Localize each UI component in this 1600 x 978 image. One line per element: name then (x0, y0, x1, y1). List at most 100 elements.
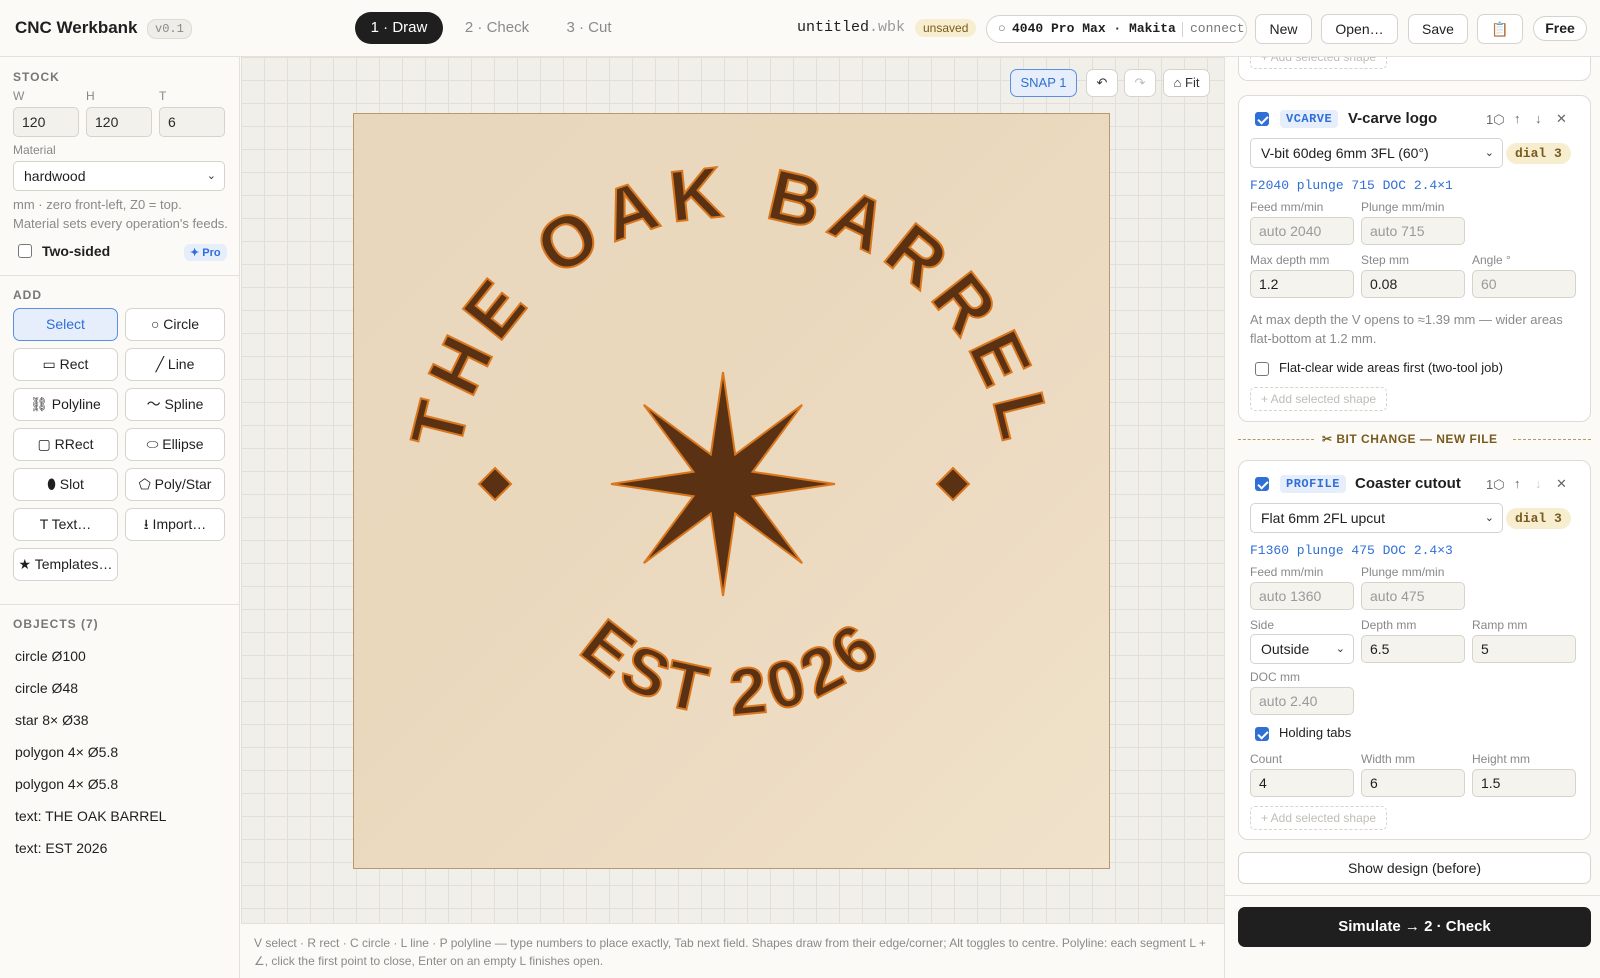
chevron-down-icon: ⌄ (1335, 643, 1345, 655)
text-tool-button[interactable]: T Text… (13, 508, 118, 541)
divider (1182, 22, 1183, 37)
feed-input[interactable]: auto 2040 (1250, 217, 1354, 245)
plunge-input[interactable]: auto 475 (1361, 582, 1465, 610)
material-select[interactable]: hardwood ⌄ (13, 161, 225, 191)
spline-tool-button[interactable]: 〜 Spline (125, 388, 225, 421)
plunge-label: Plunge mm/min (1361, 565, 1445, 579)
ellipse-tool-button[interactable]: ⬭ Ellipse (125, 428, 225, 461)
holding-tabs-checkbox[interactable] (1255, 727, 1269, 741)
close-icon[interactable]: ✕ (1556, 111, 1567, 127)
select-tool-button[interactable]: Select (13, 308, 118, 341)
tool-select[interactable]: Flat 6mm 2FL upcut ⌄ (1250, 503, 1503, 533)
add-selected-shape-button[interactable]: + Add selected shape (1250, 387, 1388, 411)
plunge-label: Plunge mm/min (1361, 200, 1445, 214)
rrect-tool-button[interactable]: ▢ RRect (13, 428, 118, 461)
two-sided-label: Two-sided (42, 243, 111, 259)
fit-button[interactable]: ⌂ Fit (1163, 69, 1210, 97)
side-select[interactable]: Outside ⌄ (1250, 634, 1354, 664)
move-up-icon[interactable]: ↑ (1514, 111, 1521, 126)
flat-clear-checkbox[interactable] (1255, 362, 1269, 376)
import-button[interactable]: ⭳ Import… (125, 508, 225, 541)
feed-label: Feed mm/min (1250, 200, 1324, 214)
max-depth-input[interactable]: 1.2 (1250, 270, 1354, 298)
plan-badge[interactable]: Free (1533, 16, 1587, 41)
stock-height-input[interactable]: 120 (86, 107, 152, 137)
object-item[interactable]: polygon 4× Ø5.8 (15, 744, 118, 760)
machine-name: 4040 Pro Max · Makita (1012, 21, 1176, 36)
move-down-icon[interactable]: ↓ (1535, 476, 1542, 491)
two-sided-checkbox[interactable] (18, 244, 32, 258)
connect-button[interactable]: connect (1190, 16, 1245, 42)
circle-tool-button[interactable]: ○ Circle (125, 308, 225, 341)
tab-height-input[interactable]: 1.5 (1472, 769, 1576, 797)
height-label: H (86, 89, 95, 103)
design-artwork[interactable]: THE OAK BARREL EST 2026 (354, 114, 1111, 870)
polyline-tool-button[interactable]: ⛓ Polyline (13, 388, 118, 421)
tab-count-label: Count (1250, 752, 1283, 766)
operation-title: V-carve logo (1348, 110, 1438, 127)
step-input[interactable]: 0.08 (1361, 270, 1465, 298)
line-tool-button[interactable]: ╱ Line (125, 348, 225, 381)
vcarve-enabled-checkbox[interactable] (1255, 112, 1269, 126)
material-value: hardwood (24, 168, 86, 184)
step-check-tab[interactable]: 2 · Check (455, 12, 539, 44)
new-button[interactable]: New (1255, 14, 1312, 44)
rect-tool-button[interactable]: ▭ Rect (13, 348, 118, 381)
star-shape[interactable] (610, 371, 836, 597)
object-item[interactable]: polygon 4× Ø5.8 (15, 776, 118, 792)
tab-width-input[interactable]: 6 (1361, 769, 1465, 797)
profile-enabled-checkbox[interactable] (1255, 477, 1269, 491)
add-selected-shape-button[interactable]: + Add selected shape (1250, 57, 1388, 69)
save-button[interactable]: Save (1408, 14, 1468, 44)
operation-type-badge: PROFILE (1280, 475, 1346, 493)
stock-heading: STOCK (13, 70, 60, 84)
add-selected-shape-button[interactable]: + Add selected shape (1250, 806, 1388, 830)
object-item[interactable]: star 8× Ø38 (15, 712, 89, 728)
tool-select[interactable]: V-bit 60deg 6mm 3FL (60°) ⌄ (1250, 138, 1503, 168)
step-draw-tab[interactable]: 1 · Draw (355, 12, 443, 44)
stock-width-input[interactable]: 120 (13, 107, 79, 137)
plunge-input[interactable]: auto 715 (1361, 217, 1465, 245)
angle-input[interactable]: 60 (1472, 270, 1576, 298)
redo-button[interactable]: ↷ (1124, 69, 1156, 97)
open-button[interactable]: Open… (1321, 14, 1398, 44)
tab-count-input[interactable]: 4 (1250, 769, 1354, 797)
angle-label: Angle ° (1472, 253, 1511, 267)
file-name: untitled.wbk (797, 19, 905, 36)
snap-toggle[interactable]: SNAP 1 (1010, 69, 1077, 97)
depth-input[interactable]: 6.5 (1361, 635, 1465, 663)
feed-input[interactable]: auto 1360 (1250, 582, 1354, 610)
polystar-tool-button[interactable]: ⬠ Poly/Star (125, 468, 225, 501)
arc-text-top[interactable]: THE OAK BARREL (395, 151, 1067, 457)
move-down-icon[interactable]: ↓ (1535, 111, 1542, 126)
templates-button[interactable]: ★ Templates… (13, 548, 118, 581)
vcarve-operation-card: VCARVE V-carve logo 1⬡ ↑ ↓ ✕ V-bit 60deg… (1238, 95, 1591, 422)
machine-selector[interactable]: ○ 4040 Pro Max · Makita connect (986, 15, 1247, 43)
slot-tool-button[interactable]: ⬮ Slot (13, 468, 118, 501)
left-panel: STOCK W H T 120 120 6 Material hardwood ⌄… (0, 57, 240, 978)
show-design-button[interactable]: Show design (before) (1238, 852, 1591, 884)
object-item[interactable]: circle Ø48 (15, 680, 78, 696)
step-cut-tab[interactable]: 3 · Cut (552, 12, 626, 44)
move-up-icon[interactable]: ↑ (1514, 476, 1521, 491)
depth-label: Depth mm (1361, 618, 1417, 632)
arc-text-bottom[interactable]: EST 2026 (567, 604, 895, 730)
stock-note: mm · zero front-left, Z0 = top. Material… (13, 197, 228, 231)
ramp-input[interactable]: 5 (1472, 635, 1576, 663)
ramp-label: Ramp mm (1472, 618, 1528, 632)
object-item[interactable]: text: THE OAK BARREL (15, 808, 166, 824)
simulate-button[interactable]: Simulate → 2 · Check (1238, 907, 1591, 947)
stock-board[interactable]: THE OAK BARREL EST 2026 (353, 113, 1110, 869)
object-item[interactable]: circle Ø100 (15, 648, 86, 664)
diamond-right[interactable] (935, 466, 971, 502)
object-item[interactable]: text: EST 2026 (15, 840, 107, 856)
diamond-left[interactable] (477, 466, 513, 502)
undo-button[interactable]: ↶ (1086, 69, 1118, 97)
stock-thickness-input[interactable]: 6 (159, 107, 225, 137)
clipboard-button[interactable]: 📋 (1477, 14, 1523, 44)
design-canvas[interactable]: THE OAK BARREL EST 2026 SNAP 1 ↶ ↷ ⌂ Fit (241, 57, 1224, 923)
doc-input[interactable]: auto 2.40 (1250, 687, 1354, 715)
close-icon[interactable]: ✕ (1556, 476, 1567, 492)
tool-value: Flat 6mm 2FL upcut (1261, 510, 1385, 526)
operations-panel: + Add selected shape VCARVE V-carve logo… (1224, 57, 1600, 978)
